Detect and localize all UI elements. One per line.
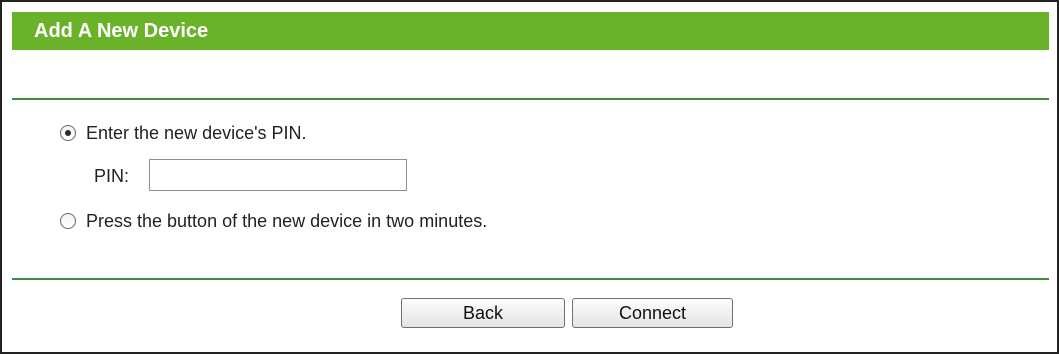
bottom-divider bbox=[12, 278, 1049, 280]
pin-option-label: Enter the new device's PIN. bbox=[86, 122, 307, 143]
pin-option[interactable]: Enter the new device's PIN. bbox=[60, 122, 307, 144]
push-button-option[interactable]: Press the button of the new device in tw… bbox=[60, 210, 487, 232]
panel-header: Add A New Device bbox=[12, 12, 1049, 50]
connect-button[interactable]: Connect bbox=[572, 298, 733, 328]
pin-input[interactable] bbox=[149, 159, 407, 191]
pin-option-radio[interactable] bbox=[60, 125, 76, 141]
push-button-option-label: Press the button of the new device in tw… bbox=[86, 210, 488, 231]
panel-title: Add A New Device bbox=[34, 20, 209, 42]
top-divider bbox=[12, 98, 1049, 100]
back-button[interactable]: Back bbox=[401, 298, 565, 328]
pin-label: PIN: bbox=[94, 166, 130, 186]
push-button-option-radio[interactable] bbox=[60, 213, 76, 229]
add-device-panel: Add A New Device Enter the new device's … bbox=[0, 0, 1059, 354]
